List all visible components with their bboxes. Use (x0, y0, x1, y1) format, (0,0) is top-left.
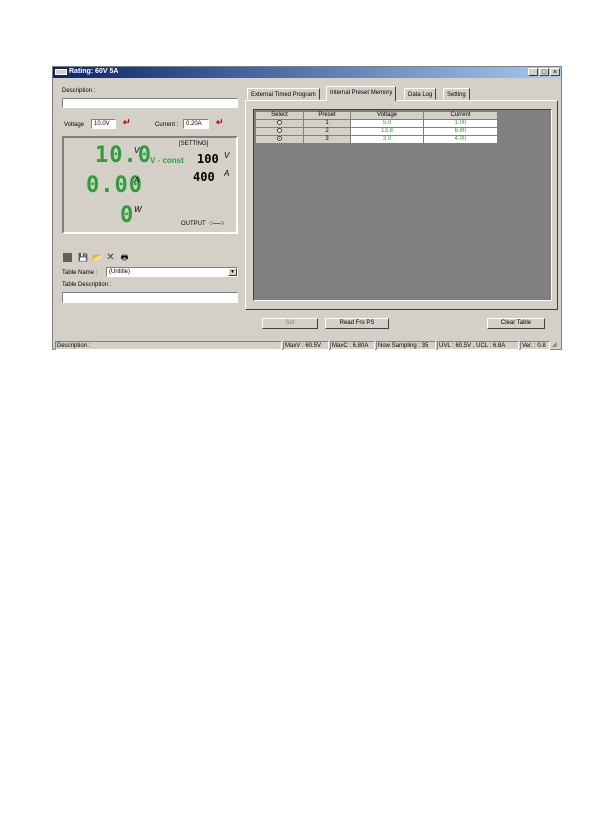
voltage-cell[interactable]: 13.8 (350, 127, 424, 137)
status-uvl-ucl: UVL : 60.5V , UCL : 6.8A (437, 341, 519, 350)
column-header-preset: Preset (303, 111, 351, 120)
save-icon[interactable]: 💾 (78, 253, 88, 262)
voltage-cell[interactable]: 3.0 (350, 135, 424, 145)
table-description-input[interactable] (62, 292, 238, 303)
voltage-enter-icon[interactable]: ↵ (123, 117, 131, 128)
description-label: Description : (62, 88, 96, 94)
voltage-cell[interactable]: 5.0 (350, 118, 424, 129)
description-input[interactable] (62, 98, 238, 108)
preset-table: Select Preset Voltage Current 1 5.0 1.00… (255, 111, 498, 145)
maximize-button[interactable]: □ (539, 68, 549, 76)
column-header-select: Select (255, 111, 304, 120)
preset-radio[interactable] (277, 128, 282, 134)
voltage-input[interactable]: 10.0V (91, 119, 116, 129)
print-icon[interactable]: 🖶 (120, 253, 129, 262)
status-sampling: Now Sampling : 35 (376, 341, 436, 350)
power-readout: 0 (120, 203, 135, 228)
preset-cell: 2 (303, 127, 351, 137)
preset-radio[interactable] (277, 120, 282, 125)
tab-external-timed-program[interactable]: External Timed Program (247, 88, 320, 100)
preset-radio-selected[interactable] (277, 136, 282, 142)
current-readout-unit: A (134, 176, 140, 185)
current-input[interactable]: 0.20A (183, 119, 209, 129)
resize-grip-icon[interactable]: ◢ (552, 341, 557, 348)
table-header-row: Select Preset Voltage Current (255, 111, 498, 120)
open-folder-icon[interactable]: 📂 (92, 253, 102, 262)
tab-data-log[interactable]: Data Log (404, 88, 437, 100)
set-voltage-unit: V (224, 151, 230, 160)
preset-cell: 3 (303, 135, 351, 145)
chevron-down-icon[interactable]: ▼ (228, 268, 237, 276)
close-button[interactable]: × (550, 68, 560, 76)
power-readout-unit: W (134, 205, 142, 214)
preset-cell: 1 (303, 118, 351, 129)
setting-label: [SETTING] (179, 141, 209, 147)
current-label: Current : (155, 122, 179, 128)
table-name-value: (Untitle) (109, 269, 131, 275)
select-cell[interactable] (255, 118, 304, 129)
minimize-button[interactable]: _ (528, 68, 538, 76)
clear-table-button[interactable]: Clear Table (487, 318, 545, 329)
output-switch-icon[interactable]: ○—○ (209, 220, 224, 227)
current-cell[interactable]: 6.80 (423, 127, 498, 137)
select-cell[interactable] (255, 127, 304, 137)
app-icon (55, 69, 67, 75)
table-row[interactable]: 3 3.0 4.00 (255, 135, 498, 145)
voltage-readout-unit: V (134, 146, 140, 155)
app-window: Rating: 60V 5A _ □ × Description : Volta… (52, 66, 562, 350)
current-cell[interactable]: 4.00 (423, 135, 498, 145)
status-description: Description : (55, 341, 282, 350)
delete-icon[interactable]: ✕ (106, 253, 115, 263)
title-bar[interactable]: Rating: 60V 5A _ □ × (53, 67, 561, 78)
set-current: 400 (193, 170, 215, 184)
window-title: Rating: 60V 5A (69, 68, 119, 75)
stop-icon[interactable] (63, 253, 72, 262)
status-maxc: MaxC : 6.80A (330, 341, 375, 350)
status-bar: Description : MaxV : 60.5V MaxC : 6.80A … (53, 341, 561, 350)
tab-setting[interactable]: Setting (443, 88, 470, 100)
meter-display: 10.0 V V - const 0.00 A 0 W [SETTING] 10… (62, 136, 238, 234)
tab-internal-preset-memory[interactable]: Internal Preset Memory (326, 86, 397, 101)
column-header-current: Current (423, 111, 498, 120)
table-row[interactable]: 2 13.8 6.80 (255, 127, 498, 137)
status-version: Ver. : 0.8 (520, 341, 550, 350)
read-from-ps-button[interactable]: Read Fro PS (325, 318, 389, 329)
current-cell[interactable]: 1.00 (423, 118, 498, 129)
column-header-voltage: Voltage (350, 111, 424, 120)
set-button[interactable]: Set (262, 318, 318, 329)
output-label: OUTPUT (181, 221, 206, 227)
voltage-label: Voltage (64, 122, 85, 128)
mode-indicator: V - const (150, 156, 184, 165)
select-cell[interactable] (255, 135, 304, 145)
status-maxv: MaxV : 60.5V (283, 341, 329, 350)
table-name-label: Table Name : (62, 270, 98, 276)
set-voltage: 100 (197, 152, 219, 166)
table-name-select[interactable]: (Untitle) (106, 267, 238, 277)
current-enter-icon[interactable]: ↵ (216, 117, 224, 128)
voltage-readout: 10.0 (95, 143, 152, 168)
preset-grid: Select Preset Voltage Current 1 5.0 1.00… (253, 109, 552, 301)
table-row[interactable]: 1 5.0 1.00 (255, 118, 498, 129)
table-description-label: Table Description : (62, 282, 112, 288)
set-current-unit: A (224, 169, 230, 178)
